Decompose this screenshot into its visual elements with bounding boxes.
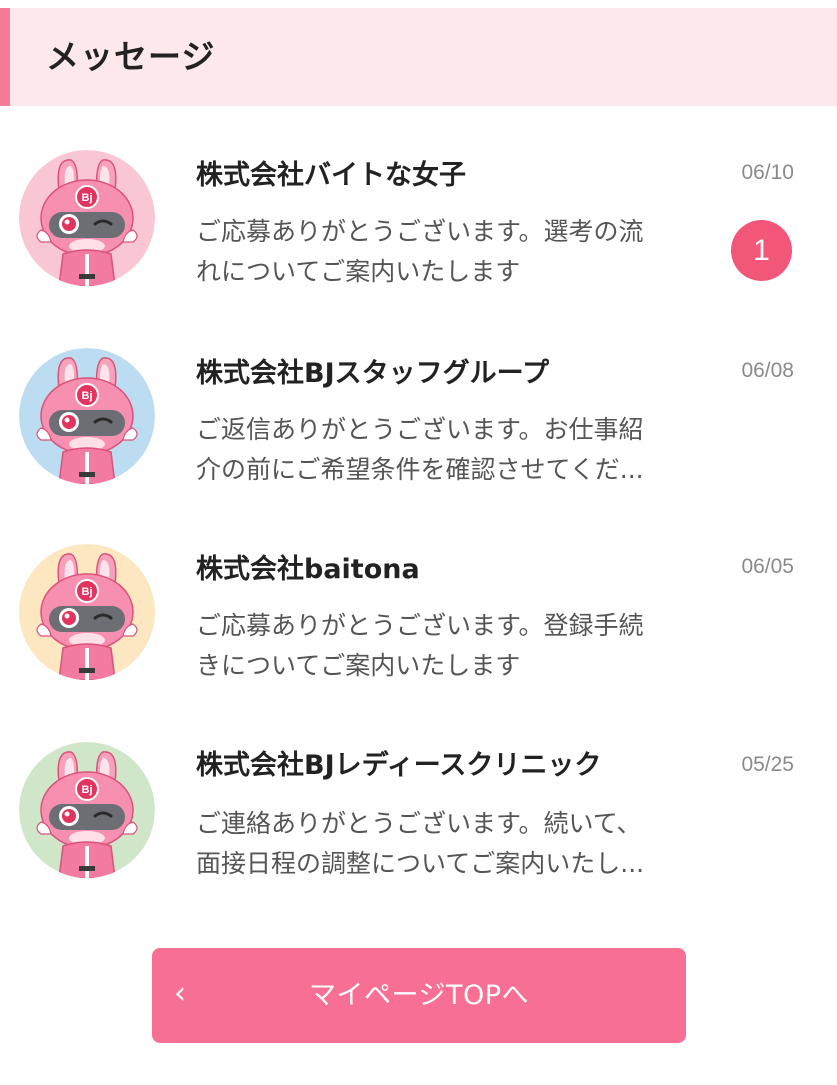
message-date: 06/05 <box>741 555 794 578</box>
message-preview-line: ご応募ありがとうございます。登録手続 <box>196 611 644 640</box>
message-item[interactable]: Bj 株式会社baitona ご応募ありがとうございます。登録手続 きについてご… <box>0 500 837 680</box>
svg-text:Bj: Bj <box>82 784 93 796</box>
message-preview-line: ご応募ありがとうございます。選考の流 <box>196 217 644 246</box>
message-preview: ご返信ありがとうございます。お仕事紹 介の前にご希望条件を確認させてくだ... <box>196 410 696 490</box>
message-item[interactable]: Bj 株式会社BJレディースクリニック ご連絡ありがとうございます。続いて、 面… <box>0 698 837 878</box>
header-accent-bar <box>0 8 10 106</box>
mypage-top-button[interactable]: ‹ マイページTOPへ <box>152 948 686 1043</box>
bj-mascot-avatar-icon: Bj <box>19 150 155 286</box>
message-preview: ご連絡ありがとうございます。続いて、 面接日程の調整についてご案内いたし... <box>196 804 696 884</box>
company-name: 株式会社baitona <box>196 554 420 585</box>
message-preview: ご応募ありがとうございます。選考の流 れについてご案内いたします <box>196 212 696 292</box>
message-preview-line: 介の前にご希望条件を確認させてくだ... <box>196 455 644 484</box>
bj-mascot-avatar-icon: Bj <box>19 742 155 878</box>
message-preview-line: きについてご案内いたします <box>196 651 521 680</box>
bj-mascot-avatar-icon: Bj <box>19 348 155 484</box>
company-name: 株式会社BJスタッフグループ <box>196 358 550 389</box>
message-preview-line: ご連絡ありがとうございます。続いて、 <box>196 809 642 838</box>
svg-text:Bj: Bj <box>82 586 93 598</box>
svg-text:Bj: Bj <box>82 390 93 402</box>
message-preview: ご応募ありがとうございます。登録手続 きについてご案内いたします <box>196 606 696 686</box>
page-header: メッセージ <box>0 8 837 106</box>
message-preview-line: ご返信ありがとうございます。お仕事紹 <box>196 415 644 444</box>
bj-mascot-avatar-icon: Bj <box>19 544 155 680</box>
message-item[interactable]: Bj 株式会社バイトな女子 ご応募ありがとうございます。選考の流 れについてご案… <box>0 106 837 286</box>
message-item[interactable]: Bj 株式会社BJスタッフグループ ご返信ありがとうございます。お仕事紹 介の前… <box>0 304 837 484</box>
company-name: 株式会社BJレディースクリニック <box>196 750 602 781</box>
message-preview-line: れについてご案内いたします <box>196 257 521 286</box>
company-name: 株式会社バイトな女子 <box>196 160 466 191</box>
message-date: 06/10 <box>741 161 794 184</box>
page-title: メッセージ <box>46 37 216 76</box>
message-date: 05/25 <box>741 753 794 776</box>
svg-text:Bj: Bj <box>82 192 93 204</box>
message-date: 06/08 <box>741 359 794 382</box>
unread-count-badge: 1 <box>731 220 792 281</box>
message-preview-line: 面接日程の調整についてご案内いたし... <box>196 849 645 878</box>
mypage-top-button-label: マイページTOPへ <box>309 980 529 1011</box>
